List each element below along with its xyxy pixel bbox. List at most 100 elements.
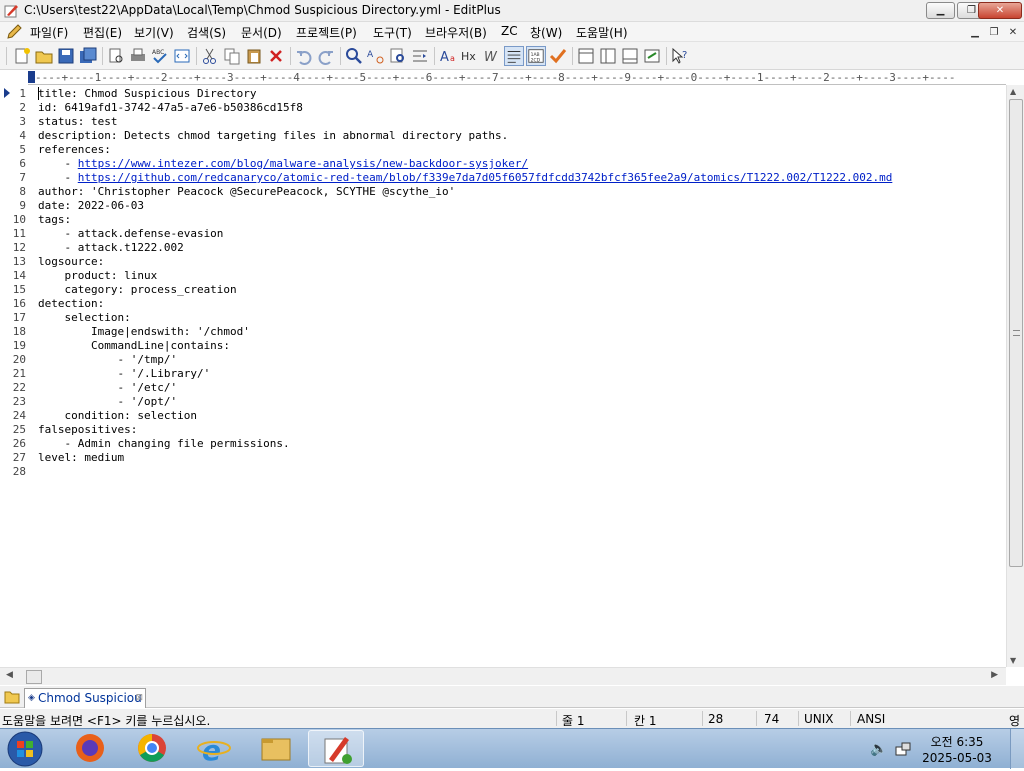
editor-text-area[interactable]: title: Chmod Suspicious Directory id: 641… — [38, 85, 1004, 667]
clock-time: 오전 6:35 — [930, 735, 984, 749]
find-icon[interactable] — [344, 46, 364, 66]
svg-text:ABC: ABC — [152, 49, 164, 56]
code-line: - attack.t1222.002 — [38, 241, 184, 254]
tab-chmod-suspicious-directory[interactable]: ◈ Chmod Suspiciou ⊠ — [24, 688, 146, 708]
volume-icon[interactable]: 🔈 — [870, 741, 887, 757]
code-line: - '/tmp/' — [38, 353, 178, 366]
code-line: status: test — [38, 115, 118, 128]
copy-icon[interactable] — [222, 46, 242, 66]
line-number: 19 — [12, 339, 26, 352]
menu-view[interactable]: 보기(V) — [134, 24, 174, 41]
code-line: falsepositives: — [38, 423, 138, 436]
code-line-prefix: - — [38, 171, 78, 184]
line-number-toggle-icon[interactable] — [504, 46, 524, 66]
taskbar-editplus[interactable] — [308, 730, 364, 767]
spell-check-icon[interactable]: ABC — [150, 46, 170, 66]
fullscreen-icon[interactable] — [642, 46, 662, 66]
menu-browser[interactable]: 브라우저(B) — [425, 24, 487, 41]
scroll-down-icon[interactable]: ▼ — [1010, 656, 1016, 665]
vertical-scroll-thumb[interactable] — [1009, 99, 1023, 567]
code-line: - https://github.com/redcanaryco/atomic-… — [38, 171, 892, 185]
output-window-icon[interactable] — [620, 46, 640, 66]
redo-icon[interactable] — [316, 46, 336, 66]
line-number: 25 — [12, 423, 26, 436]
taskbar-clock[interactable]: 오전 6:35 2025-05-03 — [922, 734, 992, 766]
line-number: 4 — [19, 129, 26, 142]
cut-icon[interactable] — [200, 46, 220, 66]
svg-text:2CD: 2CD — [531, 57, 541, 63]
delete-icon[interactable] — [266, 46, 286, 66]
cliptext-window-icon[interactable] — [598, 46, 618, 66]
code-line: level: medium — [38, 451, 125, 464]
doc-minimize-icon[interactable]: ▁ — [967, 24, 983, 39]
minimize-button[interactable]: ▁ — [926, 2, 955, 19]
undo-icon[interactable] — [294, 46, 314, 66]
code-line: - '/etc/' — [38, 381, 178, 394]
reference-link[interactable]: https://github.com/redcanaryco/atomic-re… — [78, 171, 893, 184]
taskbar-file-explorer[interactable] — [248, 730, 304, 767]
tab-close-icon[interactable]: ⊠ — [135, 689, 143, 707]
menu-zc[interactable]: ZC — [501, 24, 518, 38]
menu-edit[interactable]: 편집(E) — [83, 24, 122, 41]
web-preview-icon[interactable] — [172, 46, 192, 66]
code-line: id: 6419afd1-3742-47a5-a7e6-b50386cd15f8 — [38, 101, 303, 114]
taskbar-internet-explorer[interactable]: e — [186, 730, 242, 767]
replace-icon[interactable]: A — [366, 46, 386, 66]
scroll-right-icon[interactable]: ▶ — [991, 670, 998, 680]
line-number: 15 — [12, 283, 26, 296]
word-wrap-icon[interactable]: W — [482, 46, 502, 66]
context-help-icon[interactable]: ? — [670, 46, 690, 66]
print-icon[interactable] — [128, 46, 148, 66]
svg-text:Hx: Hx — [461, 50, 476, 63]
close-button[interactable]: ✕ — [978, 2, 1022, 19]
hex-view-icon[interactable]: Hx — [460, 46, 480, 66]
folder-icon[interactable] — [4, 689, 20, 704]
status-encoding[interactable]: ANSI — [857, 712, 885, 726]
editplus-app-icon[interactable] — [4, 3, 19, 18]
menu-project[interactable]: 프로젝트(P) — [296, 24, 357, 41]
line-number: 12 — [12, 241, 26, 254]
network-icon[interactable] — [894, 741, 912, 757]
code-line: CommandLine|contains: — [38, 339, 231, 352]
menu-document[interactable]: 문서(D) — [241, 24, 282, 41]
find-in-files-icon[interactable] — [388, 46, 408, 66]
font-icon[interactable]: Aa — [438, 46, 458, 66]
checkmark-icon[interactable] — [548, 46, 568, 66]
horizontal-scroll-thumb[interactable] — [26, 670, 42, 684]
save-all-icon[interactable] — [78, 46, 98, 66]
goto-line-icon[interactable] — [410, 46, 430, 66]
code-line: - Admin changing file permissions. — [38, 437, 290, 450]
menu-search[interactable]: 검색(S) — [187, 24, 226, 41]
code-line: logsource: — [38, 255, 105, 268]
svg-text:?: ? — [682, 50, 687, 61]
show-desktop-button[interactable] — [1010, 729, 1024, 769]
ruler-toggle-icon[interactable]: 1AB2CD — [526, 46, 546, 66]
vertical-scrollbar[interactable]: ▲ ▼ — [1006, 85, 1024, 667]
menu-file[interactable]: 파일(F) — [30, 24, 68, 41]
print-preview-icon[interactable] — [106, 46, 126, 66]
directory-window-icon[interactable] — [576, 46, 596, 66]
new-file-icon[interactable] — [12, 46, 32, 66]
line-number: 7 — [19, 171, 26, 184]
save-icon[interactable] — [56, 46, 76, 66]
doc-restore-icon[interactable]: ❐ — [986, 24, 1002, 39]
menu-window[interactable]: 창(W) — [530, 24, 562, 41]
open-folder-icon[interactable] — [34, 46, 54, 66]
ruler-cursor-marker — [28, 71, 35, 83]
line-number: 2 — [19, 101, 26, 114]
taskbar-firefox[interactable] — [62, 730, 118, 767]
scroll-up-icon[interactable]: ▲ — [1010, 87, 1016, 96]
scroll-left-icon[interactable]: ◀ — [6, 670, 13, 680]
line-number: 28 — [12, 465, 26, 478]
reference-link[interactable]: https://www.intezer.com/blog/malware-ana… — [78, 157, 528, 170]
menu-tools[interactable]: 도구(T) — [373, 24, 412, 41]
doc-close-icon[interactable]: ✕ — [1005, 24, 1021, 39]
horizontal-scrollbar[interactable]: ◀ ▶ — [0, 667, 1006, 685]
taskbar-chrome[interactable] — [124, 730, 180, 767]
thumb-grip-icon — [1013, 330, 1020, 336]
menu-help[interactable]: 도움말(H) — [576, 24, 628, 41]
start-button-icon[interactable] — [4, 730, 46, 768]
status-line-ending[interactable]: UNIX — [804, 712, 834, 726]
paste-icon[interactable] — [244, 46, 264, 66]
internet-explorer-icon: e — [197, 734, 231, 767]
